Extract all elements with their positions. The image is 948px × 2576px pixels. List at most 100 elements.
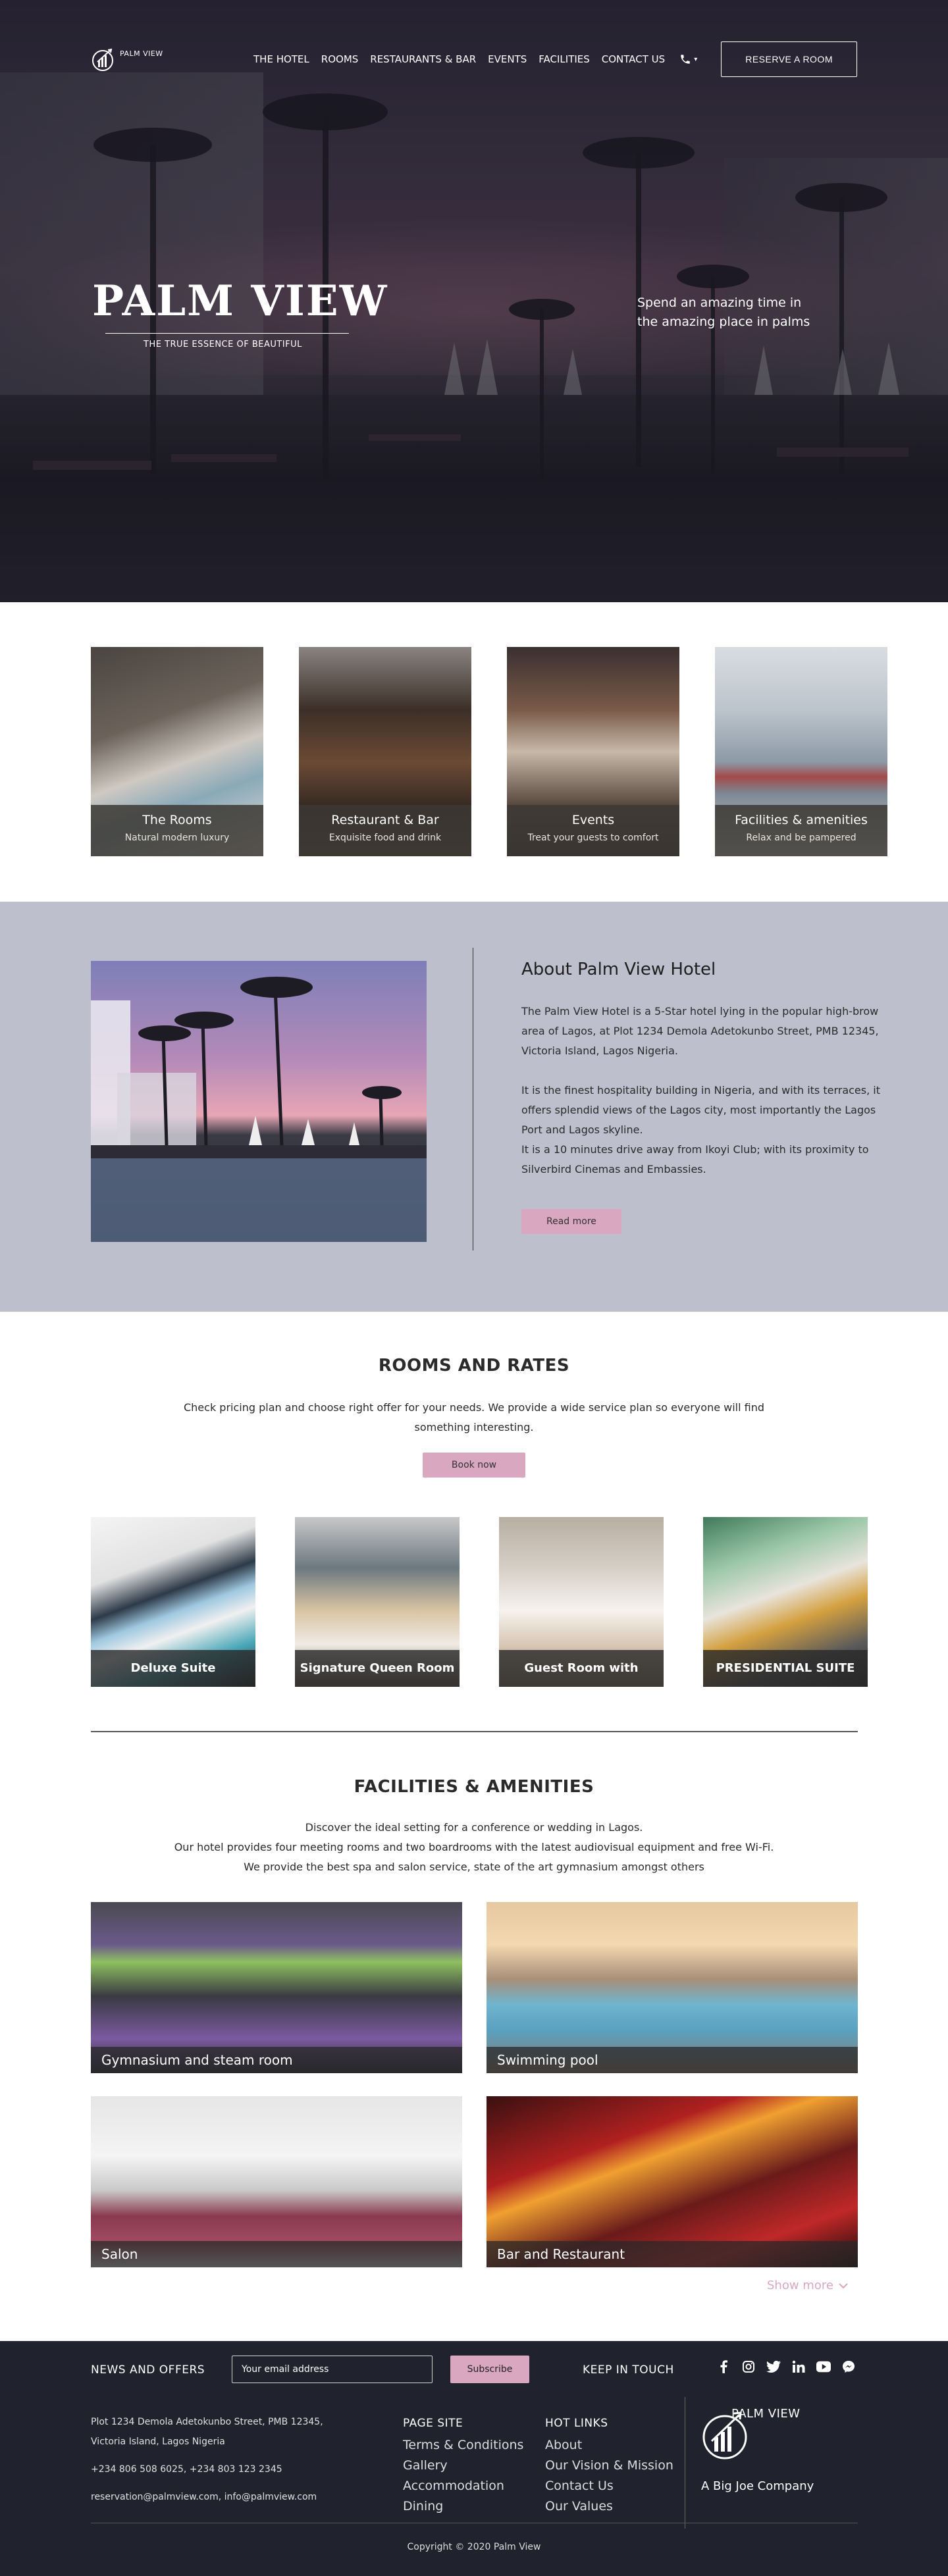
- room-card-guest-terrace[interactable]: Guest Room with Terrace: [499, 1517, 664, 1687]
- footer-link-terms[interactable]: Terms & Conditions: [403, 2435, 523, 2456]
- footer-link-accommodation[interactable]: Accommodation: [403, 2476, 523, 2496]
- category-card-events[interactable]: Events Treat your guests to comfort: [507, 647, 679, 856]
- email-addresses: reservation@palmview.com, info@palmview.…: [91, 2492, 317, 2502]
- phone-icon: [681, 55, 690, 64]
- facility-card-pool[interactable]: Swimming pool: [487, 1902, 858, 2073]
- brand-logo[interactable]: PALM VIEW: [91, 46, 163, 72]
- footer-page-site: PAGE SITE Terms & Conditions Gallery Acc…: [403, 2413, 523, 2517]
- footer-contact-info: Plot 1234 Demola Adetokunbo Street, PMB …: [91, 2412, 374, 2507]
- category-title: Facilities & amenities: [735, 813, 868, 827]
- category-caption: The Rooms Natural modern luxury: [91, 805, 263, 856]
- hero-tagline: THE TRUE ESSENCE OF BEAUTIFUL: [144, 340, 302, 349]
- hero-divider: [105, 333, 349, 334]
- category-subtitle: Relax and be pampered: [746, 833, 856, 843]
- category-card-facilities[interactable]: Facilities & amenities Relax and be pamp…: [715, 647, 887, 856]
- phone-numbers: +234 806 508 6025, +234 803 123 2345: [91, 2464, 282, 2475]
- category-cards: The Rooms Natural modern luxury Restaura…: [91, 647, 887, 856]
- facility-card-salon[interactable]: Salon: [91, 2096, 462, 2267]
- newsletter-email-input[interactable]: [232, 2356, 433, 2383]
- nav-item-the-hotel[interactable]: THE HOTEL: [253, 51, 309, 68]
- linkedin-icon[interactable]: [791, 2359, 806, 2374]
- footer-brand-name: PALM VIEW: [731, 2407, 801, 2421]
- about-photo-scene: [91, 961, 427, 1242]
- phone-dropdown[interactable]: ▾: [679, 53, 697, 65]
- nav-menu: THE HOTEL ROOMS RESTAURANTS & BAR EVENTS…: [253, 41, 857, 77]
- facility-name: Gymnasium and steam room: [91, 2047, 462, 2073]
- nav-item-rooms[interactable]: ROOMS: [321, 51, 359, 68]
- category-card-restaurant[interactable]: Restaurant & Bar Exquisite food and drin…: [299, 647, 471, 856]
- room-name: Deluxe Suite: [91, 1650, 255, 1687]
- main-nav: PALM VIEW THE HOTEL ROOMS RESTAURANTS & …: [91, 39, 857, 79]
- category-card-rooms[interactable]: The Rooms Natural modern luxury: [91, 647, 263, 856]
- facility-card-gym[interactable]: Gymnasium and steam room: [91, 1902, 462, 2073]
- brand-name: PALM VIEW: [120, 49, 163, 58]
- room-name: Signature Queen Room: [295, 1650, 460, 1687]
- read-more-button[interactable]: Read more: [521, 1209, 621, 1234]
- category-caption: Events Treat your guests to comfort: [507, 805, 679, 856]
- footer-link-about[interactable]: About: [545, 2435, 673, 2456]
- show-more-link[interactable]: Show more: [767, 2279, 848, 2292]
- keep-in-touch-label: KEEP IN TOUCH: [583, 2363, 674, 2377]
- chevron-down-icon: [839, 2282, 848, 2288]
- footer-hot-links: HOT LINKS About Our Vision & Mission Con…: [545, 2413, 673, 2517]
- twitter-icon[interactable]: [766, 2359, 781, 2374]
- footer-link-gallery[interactable]: Gallery: [403, 2456, 523, 2476]
- about-section: About Palm View Hotel The Palm View Hote…: [0, 902, 948, 1312]
- facilities-line-3: We provide the best spa and salon servic…: [244, 1861, 704, 1873]
- category-title: Restaurant & Bar: [331, 813, 439, 827]
- copyright: Copyright © 2020 Palm View: [407, 2542, 541, 2552]
- nav-item-restaurants-bar[interactable]: RESTAURANTS & BAR: [370, 51, 476, 68]
- reserve-room-button[interactable]: RESERVE A ROOM: [721, 41, 857, 77]
- nav-item-facilities[interactable]: FACILITIES: [539, 51, 590, 68]
- hot-links-heading: HOT LINKS: [545, 2417, 608, 2430]
- footer: NEWS AND OFFERS Subscribe KEEP IN TOUCH …: [0, 2341, 948, 2576]
- rooms-description: Check pricing plan and choose right offe…: [183, 1401, 765, 1433]
- palm-logo-icon: [92, 48, 113, 71]
- footer-logo[interactable]: PALM VIEW A Big Joe Company: [701, 2407, 833, 2493]
- room-name: PRESIDENTIAL SUITE: [703, 1650, 868, 1687]
- book-now-button[interactable]: Book now: [423, 1453, 525, 1478]
- page-site-heading: PAGE SITE: [403, 2417, 463, 2430]
- category-caption: Restaurant & Bar Exquisite food and drin…: [299, 805, 471, 856]
- category-title: The Rooms: [142, 813, 212, 827]
- category-subtitle: Exquisite food and drink: [329, 833, 442, 843]
- category-subtitle: Natural modern luxury: [124, 833, 230, 843]
- category-caption: Facilities & amenities Relax and be pamp…: [715, 805, 887, 856]
- messenger-icon[interactable]: [841, 2359, 856, 2374]
- facility-card-bar[interactable]: Bar and Restaurant: [487, 2096, 858, 2267]
- facilities-grid: Gymnasium and steam room Swimming pool S…: [91, 1902, 858, 2267]
- facilities-title: FACILITIES & AMENITIES: [354, 1777, 594, 1797]
- subscribe-button[interactable]: Subscribe: [450, 2356, 529, 2383]
- rooms-grid: Deluxe Suite Signature Queen Room Guest …: [91, 1517, 868, 1687]
- room-name: Guest Room with Terrace: [499, 1650, 664, 1687]
- room-card-deluxe-suite[interactable]: Deluxe Suite: [91, 1517, 255, 1687]
- facility-name: Salon: [91, 2241, 462, 2267]
- hero-title: PALM VIEW: [92, 276, 388, 326]
- about-title: About Palm View Hotel: [521, 960, 716, 979]
- youtube-icon[interactable]: [816, 2359, 831, 2374]
- about-paragraph-1: The Palm View Hotel is a 5-Star hotel ly…: [521, 1005, 879, 1057]
- nav-item-events[interactable]: EVENTS: [488, 51, 527, 68]
- about-paragraph-2: It is the finest hospitality building in…: [521, 1084, 880, 1136]
- hero-right-text: Spend an amazing time in the amazing pla…: [637, 296, 810, 329]
- facility-name: Swimming pool: [487, 2047, 858, 2073]
- chevron-down-icon: ▾: [694, 55, 698, 63]
- facilities-line-1: Discover the ideal setting for a confere…: [305, 1821, 643, 1834]
- about-text: The Palm View Hotel is a 5-Star hotel ly…: [521, 1002, 890, 1179]
- category-title: Events: [571, 813, 615, 827]
- footer-link-values[interactable]: Our Values: [545, 2496, 673, 2517]
- footer-link-dining[interactable]: Dining: [403, 2496, 523, 2517]
- address-line-1: Plot 1234 Demola Adetokunbo Street, PMB …: [91, 2417, 323, 2427]
- section-divider: [91, 1731, 858, 1732]
- hero-section: PALM VIEW THE HOTEL ROOMS RESTAURANTS & …: [0, 0, 948, 602]
- instagram-icon[interactable]: [741, 2359, 756, 2374]
- company-name: A Big Joe Company: [701, 2479, 814, 2493]
- facility-name: Bar and Restaurant: [487, 2241, 858, 2267]
- room-card-signature-queen[interactable]: Signature Queen Room: [295, 1517, 460, 1687]
- rooms-title: ROOMS AND RATES: [378, 1356, 570, 1376]
- facebook-icon[interactable]: [716, 2359, 731, 2374]
- room-card-presidential-suite[interactable]: PRESIDENTIAL SUITE: [703, 1517, 868, 1687]
- nav-item-contact-us[interactable]: CONTACT US: [602, 51, 665, 68]
- footer-link-vision[interactable]: Our Vision & Mission: [545, 2456, 673, 2476]
- footer-link-contact[interactable]: Contact Us: [545, 2476, 673, 2496]
